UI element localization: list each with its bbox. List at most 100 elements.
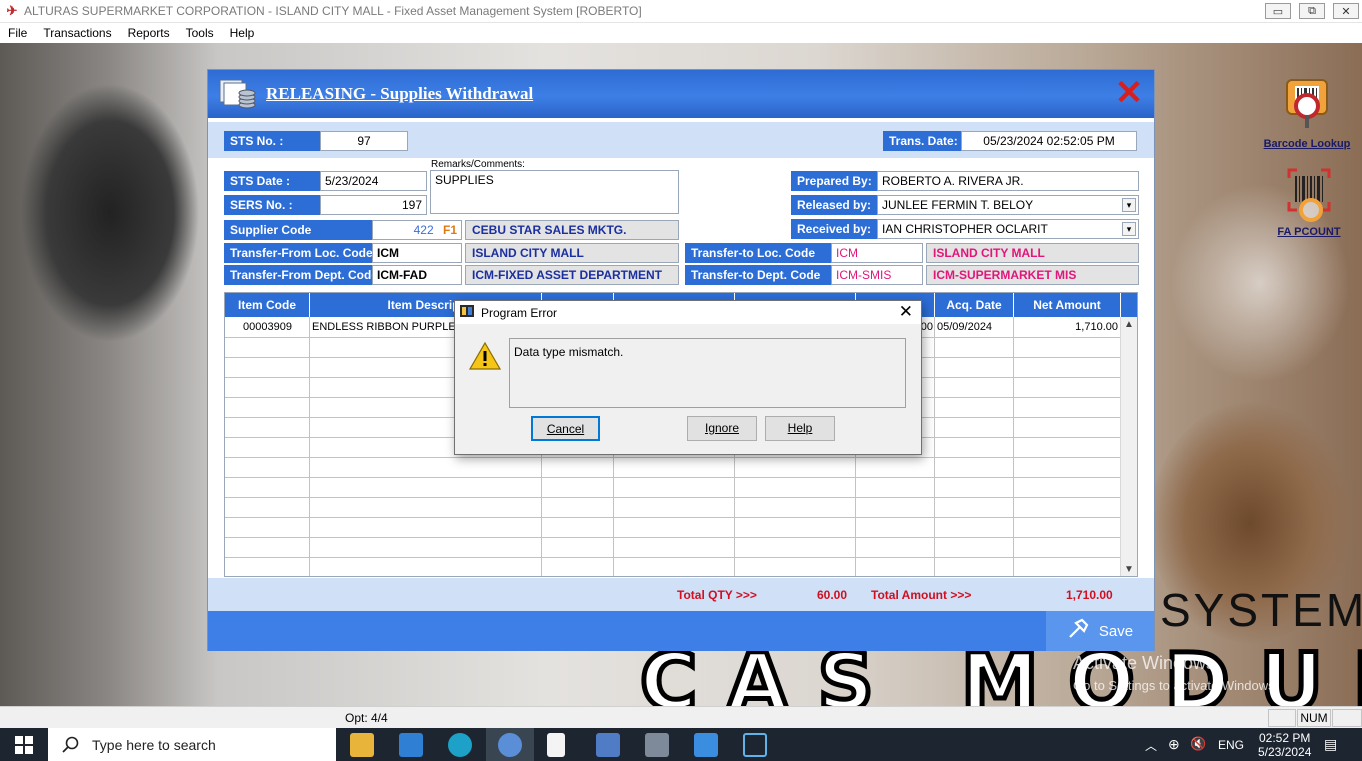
warning-icon — [468, 341, 502, 371]
help-button[interactable]: Help — [765, 416, 835, 441]
start-button[interactable] — [0, 728, 48, 761]
menu-file[interactable]: File — [0, 26, 35, 40]
form-footer: Save — [208, 611, 1154, 651]
window-titlebar: ✈ ALTURAS SUPERMARKET CORPORATION - ISLA… — [0, 0, 1362, 23]
row-divider — [225, 537, 1121, 538]
released-by-select[interactable]: JUNLEE FERMIN T. BELOY ▾ — [877, 195, 1139, 215]
ignore-button[interactable]: Ignore — [687, 416, 757, 441]
column-header-item-code[interactable]: Item Code — [225, 293, 310, 317]
menu-help[interactable]: Help — [222, 26, 263, 40]
dialog-titlebar: Program Error ✕ — [455, 301, 921, 324]
form-title: RELEASING - Supplies Withdrawal — [266, 84, 534, 103]
row-divider — [225, 477, 1121, 478]
status-num: NUM — [1297, 709, 1331, 727]
row-divider — [225, 497, 1121, 498]
trans-date-field[interactable]: 05/23/2024 02:52:05 PM — [961, 131, 1137, 151]
chevron-down-icon[interactable]: ▾ — [1122, 222, 1136, 236]
supplier-code-label: Supplier Code — [224, 220, 372, 240]
from-dept-field[interactable]: ICM-FAD — [372, 265, 462, 285]
released-by-value: JUNLEE FERMIN T. BELOY — [882, 198, 1034, 212]
photos-icon[interactable] — [694, 733, 718, 757]
desktop-icon-label: Barcode Lookup — [1263, 138, 1351, 150]
scroll-down-icon[interactable]: ▼ — [1121, 562, 1137, 576]
status-panel — [1268, 709, 1296, 727]
received-by-select[interactable]: IAN CHRISTOPHER OCLARIT ▾ — [877, 219, 1139, 239]
prepared-by-field[interactable]: ROBERTO A. RIVERA JR. — [877, 171, 1139, 191]
edge-browser-icon[interactable] — [448, 733, 472, 757]
search-icon — [62, 736, 79, 753]
menu-reports[interactable]: Reports — [120, 26, 178, 40]
calculator-icon[interactable] — [645, 733, 669, 757]
statusbar: Opt: 4/4 NUM — [0, 706, 1362, 728]
to-loc-field[interactable]: ICM — [831, 243, 923, 263]
row-divider — [225, 557, 1121, 558]
grid-column — [1014, 317, 1121, 576]
network-icon[interactable]: ⊕ — [1168, 736, 1180, 753]
restore-icon: ⧉ — [1308, 4, 1316, 17]
sts-no-field[interactable]: 97 — [320, 131, 408, 151]
column-header-net-amount[interactable]: Net Amount — [1014, 293, 1121, 317]
menubar: File Transactions Reports Tools Help — [0, 23, 1362, 43]
to-dept-field[interactable]: ICM-SMIS — [831, 265, 923, 285]
notification-icon[interactable]: ▤ — [1324, 736, 1337, 753]
desktop-icon-barcode-lookup[interactable]: Barcode Lookup — [1259, 78, 1355, 150]
desktop-icon-label: FA PCOUNT — [1277, 226, 1341, 238]
column-header-acq-date[interactable]: Acq. Date — [935, 293, 1014, 317]
form-close-button[interactable]: ✕ — [1114, 76, 1144, 110]
chevron-down-icon[interactable]: ▾ — [1122, 198, 1136, 212]
scroll-up-icon[interactable]: ▲ — [1121, 317, 1137, 333]
taskbar-clock[interactable]: 02:52 PM 5/23/2024 — [1258, 731, 1311, 759]
to-loc-label: Transfer-to Loc. Code — [685, 243, 831, 263]
taskbar-search-box[interactable]: Type here to search — [48, 728, 336, 761]
wallpaper-system-text: SYSTEM — [1160, 584, 1362, 636]
remarks-label: Remarks/Comments: — [431, 159, 525, 170]
search-placeholder: Type here to search — [92, 736, 216, 753]
menu-tools[interactable]: Tools — [178, 26, 222, 40]
desktop-icon-fa-pcount[interactable]: FA PCOUNT — [1261, 166, 1357, 238]
volume-muted-icon[interactable]: 🔇 — [1190, 736, 1206, 752]
menu-transactions[interactable]: Transactions — [35, 26, 119, 40]
document-icon[interactable] — [547, 733, 565, 757]
snipping-tool-icon[interactable] — [743, 733, 767, 757]
sers-no-field[interactable]: 197 — [320, 195, 427, 215]
received-by-label: Received by: — [791, 219, 877, 239]
close-window-button[interactable]: ✕ — [1333, 3, 1359, 19]
activate-windows-title: Activate Windows — [1073, 653, 1216, 673]
status-opt: Opt: 4/4 — [345, 711, 388, 725]
restore-button[interactable]: ⧉ — [1299, 3, 1325, 19]
supplier-code-value: 422 — [413, 223, 434, 237]
fixed-asset-app-icon[interactable] — [498, 733, 522, 757]
dialog-message: Data type mismatch. — [509, 338, 906, 408]
grid-scrollbar[interactable]: ▲ ▼ — [1120, 317, 1137, 576]
minimize-button[interactable]: ▭ — [1265, 3, 1291, 19]
remarks-field[interactable]: SUPPLIES — [430, 170, 679, 214]
row-divider — [225, 457, 1121, 458]
dialog-close-button[interactable]: ✕ — [899, 303, 913, 321]
form-header: RELEASING - Supplies Withdrawal ✕ — [208, 70, 1154, 118]
f1-lookup-key[interactable]: F1 — [443, 223, 457, 237]
remote-desktop-icon[interactable] — [596, 733, 620, 757]
sts-date-field[interactable]: 5/23/2024 — [320, 171, 427, 191]
row-divider — [225, 517, 1121, 518]
background-shape — [20, 83, 200, 343]
trans-date-label: Trans. Date: — [883, 131, 961, 151]
cancel-button[interactable]: Cancel — [531, 416, 600, 441]
mail-icon[interactable] — [399, 733, 423, 757]
language-indicator[interactable]: ENG — [1218, 738, 1244, 752]
total-qty-label: Total QTY >>> — [677, 588, 757, 602]
minimize-icon: ▭ — [1272, 5, 1284, 18]
save-button[interactable]: Save — [1046, 611, 1154, 651]
chevron-up-icon[interactable]: ︿ — [1145, 737, 1157, 754]
totals-bar: Total QTY >>> 60.00 Total Amount >>> 1,7… — [208, 578, 1154, 611]
grid-column — [225, 317, 310, 576]
app-icon: ✈ — [6, 3, 18, 18]
close-icon: ✕ — [1114, 74, 1144, 112]
from-loc-field[interactable]: ICM — [372, 243, 462, 263]
stacked-documents-icon — [218, 77, 256, 111]
sers-no-label: SERS No. : — [224, 195, 320, 215]
released-by-label: Released by: — [791, 195, 877, 215]
file-explorer-icon[interactable] — [350, 733, 374, 757]
hammer-icon — [1067, 618, 1089, 644]
grid-column — [935, 317, 1014, 576]
supplier-code-field[interactable]: 422 F1 — [372, 220, 462, 240]
